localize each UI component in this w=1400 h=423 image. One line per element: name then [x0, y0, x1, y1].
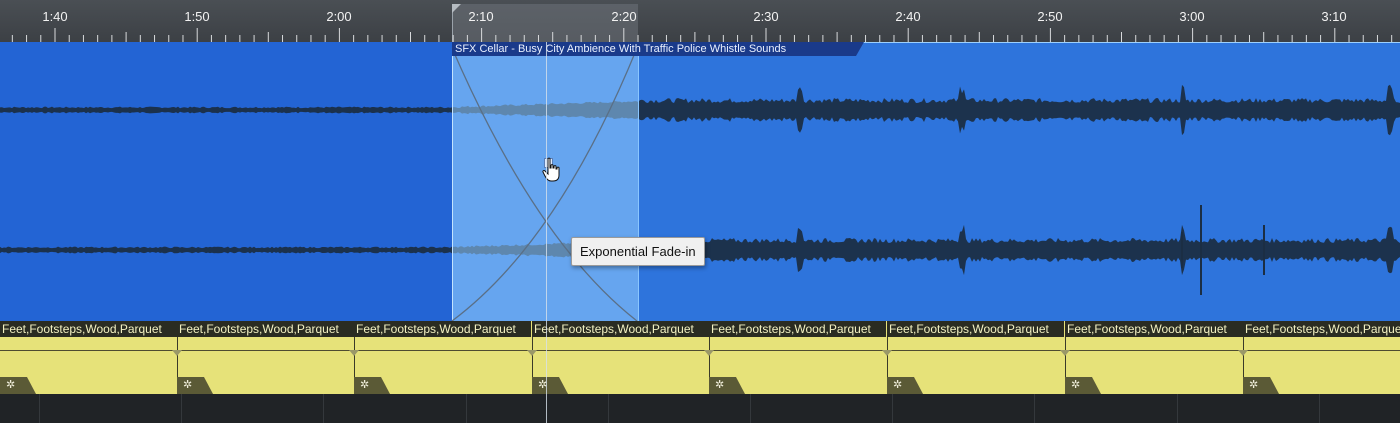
footsteps-clip-title: Feet,Footsteps,Wood,Parquet [1065, 321, 1243, 337]
clip-volume-line [0, 350, 177, 351]
ruler-label: 2:20 [611, 9, 637, 24]
grid-line [750, 394, 751, 423]
footsteps-clip[interactable]: Feet,Footsteps,Wood,Parquet ✲ [349, 321, 531, 394]
grid-line [608, 394, 609, 423]
footsteps-clip-title: Feet,Footsteps,Wood,Parquet [532, 321, 709, 337]
clip-boundary-marker [349, 350, 359, 356]
footsteps-clip-title: Feet,Footsteps,Wood,Parquet [887, 321, 1064, 337]
clip-boundary-marker [172, 350, 182, 356]
grid-line [892, 394, 893, 423]
audio-clip-title: SFX Cellar - Busy City Ambience With Tra… [455, 43, 787, 55]
ruler-label: 2:50 [1037, 9, 1063, 24]
clip-boundary-marker [527, 350, 537, 356]
grid-line [1034, 394, 1035, 423]
ruler-label: 2:00 [326, 9, 352, 24]
audio-track-lane[interactable]: SFX Cellar - Busy City Ambience With Tra… [0, 42, 1400, 321]
timeline-ruler[interactable]: 1:40 1:50 2:00 2:10 2:20 2:30 2:40 2:50 … [0, 0, 1400, 43]
footsteps-clip-title: Feet,Footsteps,Wood,Parquet [1243, 321, 1400, 337]
grid-line [466, 394, 467, 423]
gear-icon[interactable]: ✲ [360, 378, 369, 391]
hand-pointer-icon [542, 157, 560, 182]
ruler-label: 3:00 [1179, 9, 1205, 24]
fade-curves [451, 47, 638, 321]
footsteps-clip-title: Feet,Footsteps,Wood,Parquet [0, 321, 177, 337]
grid-line [181, 394, 182, 423]
ruler-label: 2:30 [753, 9, 779, 24]
footsteps-clip[interactable]: Feet,Footsteps,Wood,Parquet ✲ [527, 321, 709, 394]
footsteps-clip-title: Feet,Footsteps,Wood,Parquet [709, 321, 886, 337]
clip-volume-line [709, 350, 886, 351]
gear-icon[interactable]: ✲ [1249, 378, 1258, 391]
gear-icon[interactable]: ✲ [1071, 378, 1080, 391]
footsteps-clip[interactable]: Feet,Footsteps,Wood,Parquet ✲ [172, 321, 354, 394]
empty-track-lane[interactable] [0, 394, 1400, 423]
clip-boundary-marker [1060, 350, 1070, 356]
footsteps-clip[interactable]: Feet,Footsteps,Wood,Parquet ✲ [1060, 321, 1243, 394]
gear-icon[interactable]: ✲ [893, 378, 902, 391]
footsteps-clip-title: Feet,Footsteps,Wood,Parquet [177, 321, 354, 337]
clip-volume-line [177, 350, 354, 351]
grid-line [323, 394, 324, 423]
clip-volume-line [887, 350, 1064, 351]
clip-boundary-marker [704, 350, 714, 356]
clip-boundary-marker [1238, 350, 1248, 356]
footsteps-clip[interactable]: Feet,Footsteps,Wood,Parquet ✲ [0, 321, 177, 394]
clip-volume-line [1243, 350, 1400, 351]
clip-boundary-marker [882, 350, 892, 356]
ruler-label: 1:40 [42, 9, 68, 24]
ruler-label: 2:40 [895, 9, 921, 24]
clip-volume-line [1065, 350, 1243, 351]
playhead[interactable] [546, 42, 547, 423]
clip-volume-line [532, 350, 709, 351]
grid-line [39, 394, 40, 423]
ruler-label: 2:10 [468, 9, 494, 24]
gear-icon[interactable]: ✲ [6, 378, 15, 391]
ruler-label: 3:10 [1321, 9, 1347, 24]
ruler-label: 1:50 [184, 9, 210, 24]
clip-volume-line [354, 350, 531, 351]
grid-line [1177, 394, 1178, 423]
fade-tooltip: Exponential Fade-in [571, 237, 705, 266]
footsteps-track-lane[interactable]: Feet,Footsteps,Wood,Parquet ✲ Feet,Foots… [0, 321, 1400, 394]
gear-icon[interactable]: ✲ [715, 378, 724, 391]
footsteps-clip[interactable]: Feet,Footsteps,Wood,Parquet ✲ [882, 321, 1064, 394]
footsteps-clip[interactable]: Feet,Footsteps,Wood,Parquet ✲ [704, 321, 886, 394]
footsteps-clip-title: Feet,Footsteps,Wood,Parquet [354, 321, 531, 337]
footsteps-clip[interactable]: Feet,Footsteps,Wood,Parquet ✲ [1238, 321, 1400, 394]
grid-line [1319, 394, 1320, 423]
gear-icon[interactable]: ✲ [183, 378, 192, 391]
